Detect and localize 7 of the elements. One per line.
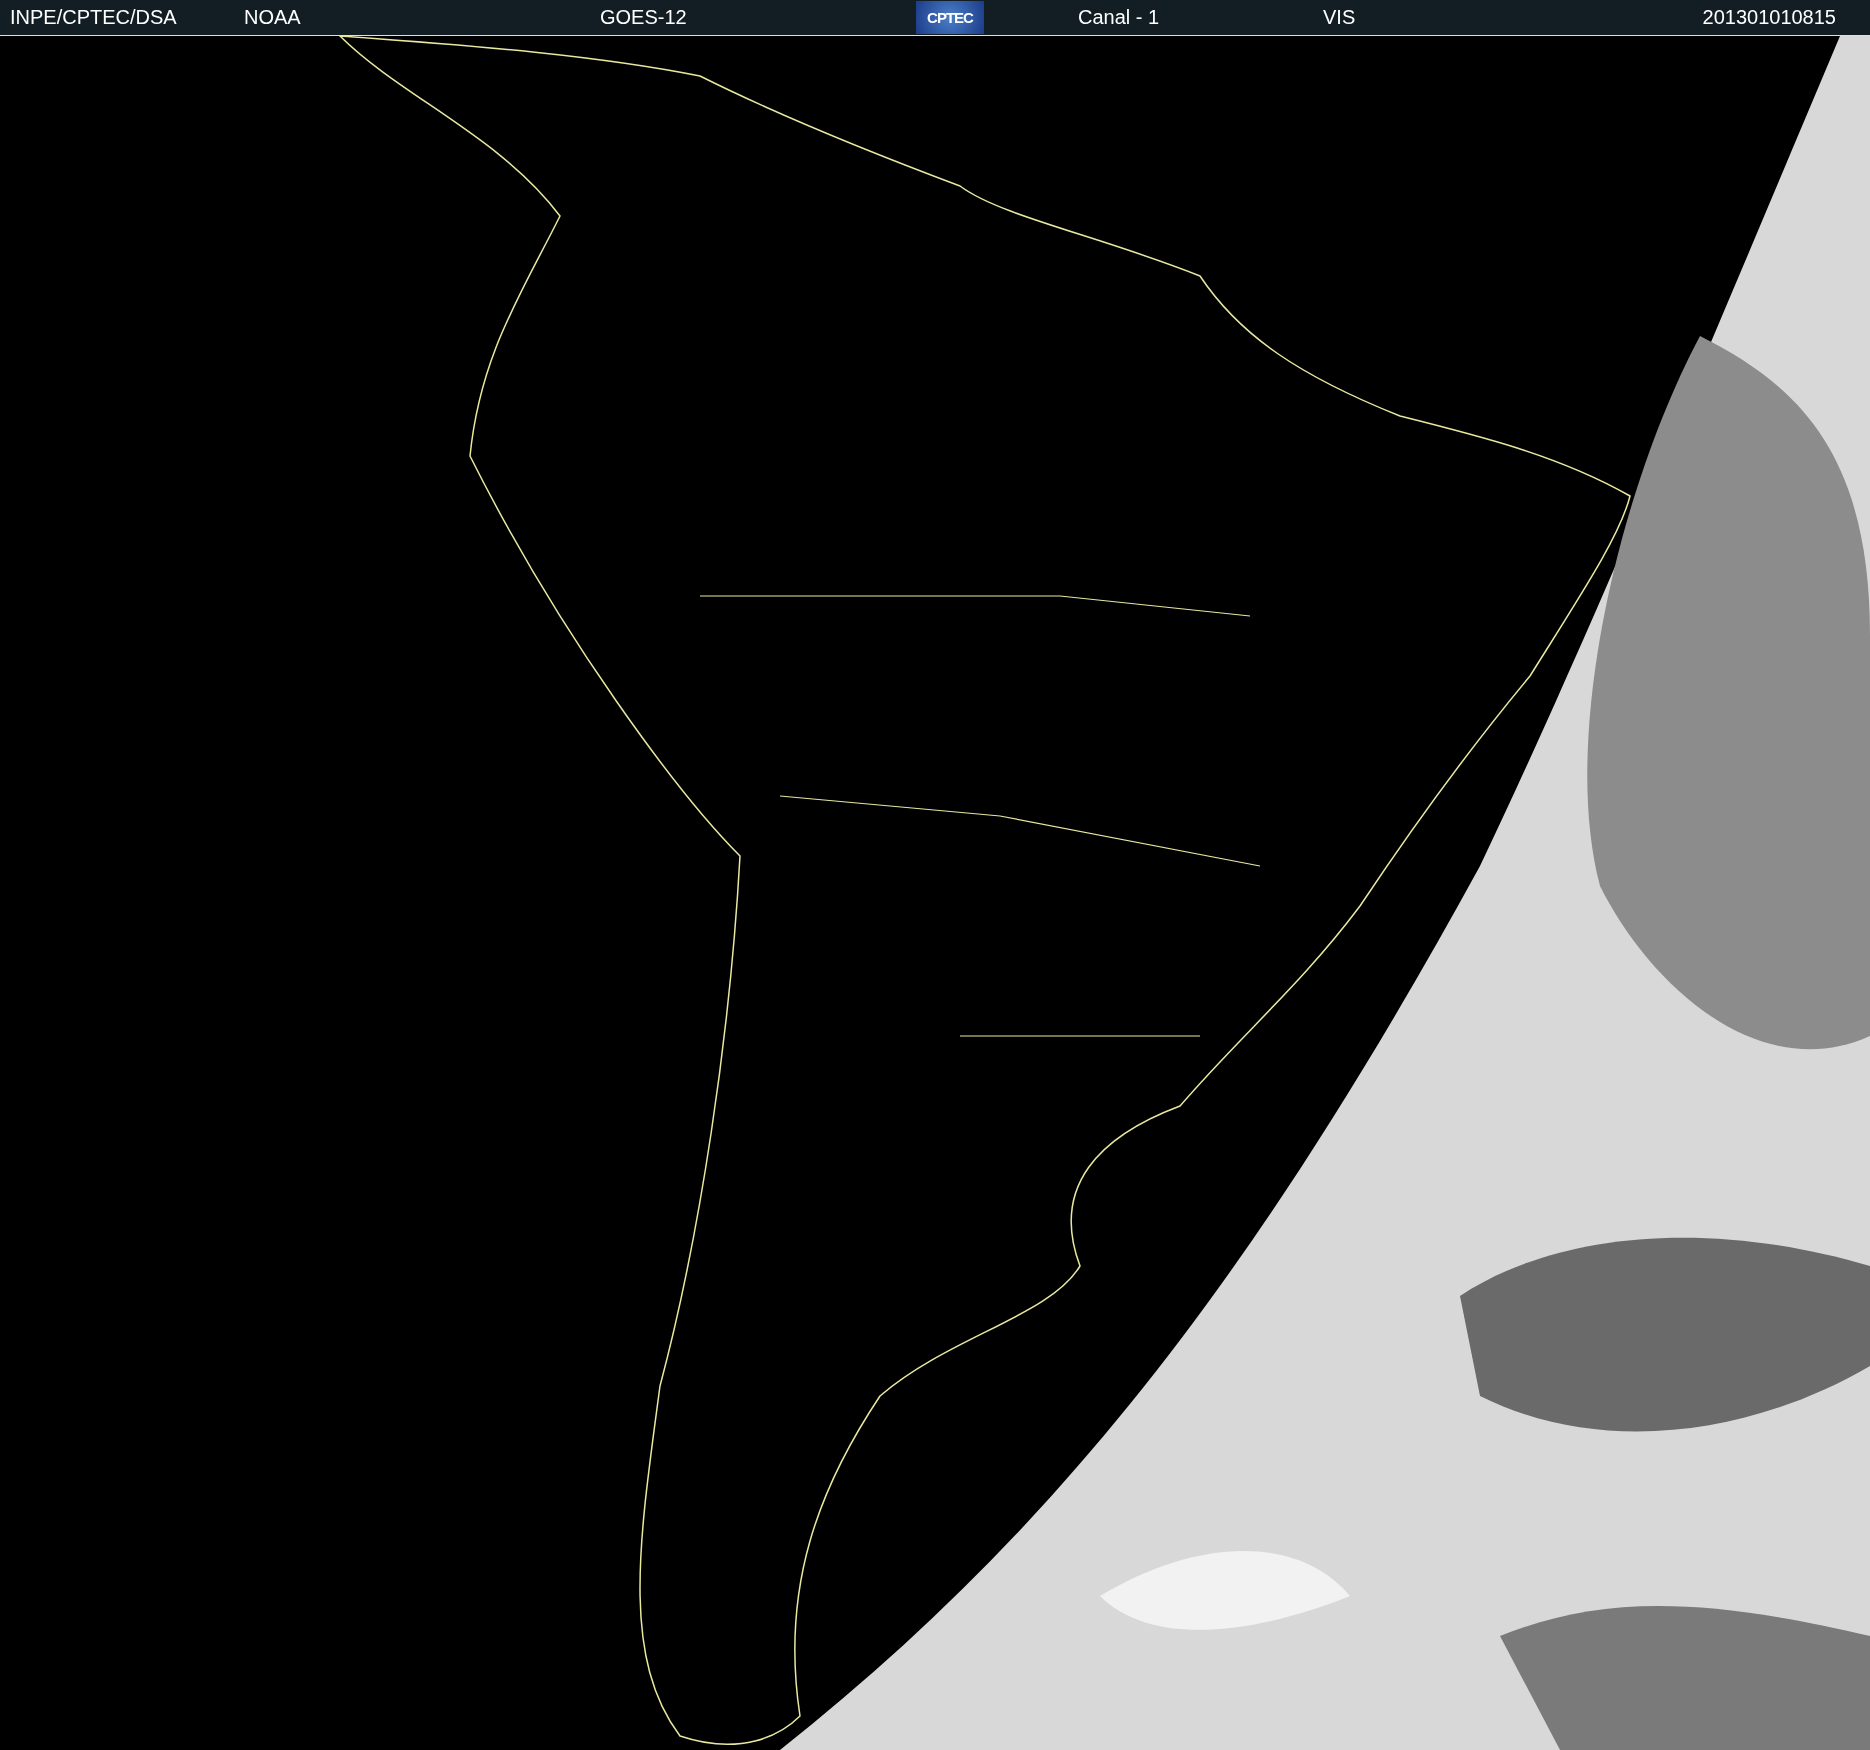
band-label: VIS xyxy=(1323,6,1356,29)
agency-label: NOAA xyxy=(244,6,301,29)
timestamp: 201301010815 xyxy=(1702,6,1836,29)
logo: CPTEC xyxy=(916,1,984,34)
source-label: INPE/CPTEC/DSA xyxy=(10,6,177,29)
channel-label: Canal - 1 xyxy=(1078,6,1160,29)
satellite-label: GOES-12 xyxy=(600,6,687,29)
